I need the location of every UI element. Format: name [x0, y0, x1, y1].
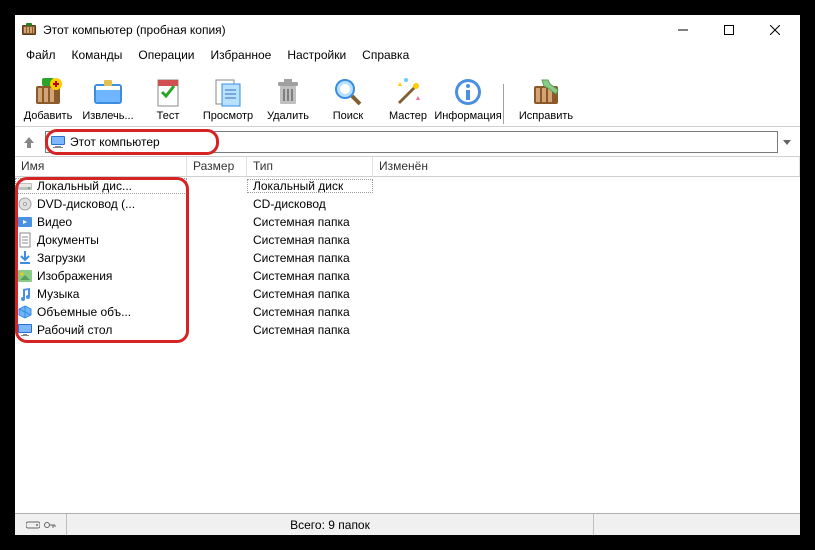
item-name: Локальный дис...: [37, 179, 132, 193]
3d-icon: [17, 304, 33, 320]
window-controls: [660, 15, 798, 45]
toolbar-label: Просмотр: [203, 110, 253, 122]
item-name: Музыка: [37, 287, 79, 301]
item-type: Системная папка: [247, 269, 373, 283]
list-item[interactable]: Локальный дис... Локальный диск: [15, 177, 800, 195]
toolbar-label: Поиск: [333, 110, 363, 122]
toolbar-label: Удалить: [267, 110, 309, 122]
download-icon: [17, 250, 33, 266]
extract-icon: [92, 76, 124, 108]
toolbar: Добавить Извлечь... Тест Просмотр Удалить Пои…: [15, 65, 800, 127]
view-icon: [212, 76, 244, 108]
file-list[interactable]: Локальный дис... Локальный диск DVD-дисков…: [15, 177, 800, 513]
item-type: Системная папка: [247, 233, 373, 247]
key-icon: [44, 520, 56, 530]
item-type: Системная папка: [247, 305, 373, 319]
cd-icon: [17, 196, 33, 212]
wizard-icon: [392, 76, 424, 108]
pic-icon: [17, 268, 33, 284]
toolbar-find-button[interactable]: Поиск: [319, 74, 377, 124]
item-name: Загрузки: [37, 251, 85, 265]
list-item[interactable]: Документы Системная папка: [15, 231, 800, 249]
app-window: Этот компьютер (пробная копия) ФайлКоман…: [10, 10, 805, 540]
item-name: Видео: [37, 215, 72, 229]
menu-item[interactable]: Справка: [355, 46, 416, 64]
item-type: Системная папка: [247, 251, 373, 265]
item-name: Рабочий стол: [37, 323, 112, 337]
item-type: Локальный диск: [247, 179, 373, 193]
toolbar-label: Тест: [157, 110, 180, 122]
toolbar-label: Информация: [434, 110, 501, 122]
list-item[interactable]: Музыка Системная папка: [15, 285, 800, 303]
list-item[interactable]: Видео Системная папка: [15, 213, 800, 231]
music-icon: [17, 286, 33, 302]
delete-icon: [272, 76, 304, 108]
find-icon: [332, 76, 364, 108]
column-header-size[interactable]: Размер: [187, 157, 247, 176]
item-name: Объемные объ...: [37, 305, 131, 319]
repair-icon: [530, 76, 562, 108]
item-name: Документы: [37, 233, 99, 247]
toolbar-test-button[interactable]: Тест: [139, 74, 197, 124]
window-title: Этот компьютер (пробная копия): [43, 23, 660, 37]
menubar: ФайлКомандыОперацииИзбранноеНастройкиСпр…: [15, 45, 800, 65]
item-name: DVD-дисковод (...: [37, 197, 135, 211]
menu-item[interactable]: Команды: [65, 46, 130, 64]
toolbar-add-button[interactable]: Добавить: [19, 74, 77, 124]
list-item[interactable]: Загрузки Системная папка: [15, 249, 800, 267]
titlebar[interactable]: Этот компьютер (пробная копия): [15, 15, 800, 45]
column-header-modified[interactable]: Изменён: [373, 157, 800, 176]
address-dropdown-button[interactable]: [778, 137, 796, 147]
list-item[interactable]: Изображения Системная папка: [15, 267, 800, 285]
address-field[interactable]: Этот компьютер: [45, 131, 778, 153]
add-icon: [32, 76, 64, 108]
drive-icon: [17, 178, 33, 194]
list-item[interactable]: Объемные объ... Системная папка: [15, 303, 800, 321]
status-right: [594, 514, 800, 535]
list-item[interactable]: DVD-дисковод (... CD-дисковод: [15, 195, 800, 213]
toolbar-view-button[interactable]: Просмотр: [199, 74, 257, 124]
toolbar-separator: [503, 84, 511, 124]
addressbar: Этот компьютер: [15, 127, 800, 157]
menu-item[interactable]: Файл: [19, 46, 63, 64]
toolbar-info-button[interactable]: Информация: [439, 74, 497, 124]
toolbar-delete-button[interactable]: Удалить: [259, 74, 317, 124]
item-name: Изображения: [37, 269, 112, 283]
test-icon: [152, 76, 184, 108]
toolbar-label: Добавить: [24, 110, 73, 122]
doc-icon: [17, 232, 33, 248]
info-icon: [452, 76, 484, 108]
item-type: Системная папка: [247, 323, 373, 337]
up-button[interactable]: [19, 132, 39, 152]
menu-item[interactable]: Операции: [131, 46, 201, 64]
computer-icon: [50, 134, 66, 150]
menu-item[interactable]: Избранное: [204, 46, 279, 64]
column-headers: Имя Размер Тип Изменён: [15, 157, 800, 177]
close-button[interactable]: [752, 15, 798, 45]
column-header-name[interactable]: Имя: [15, 157, 187, 176]
toolbar-label: Исправить: [519, 110, 573, 122]
maximize-button[interactable]: [706, 15, 752, 45]
menu-item[interactable]: Настройки: [280, 46, 353, 64]
statusbar: Всего: 9 папок: [15, 513, 800, 535]
status-icons: [15, 514, 67, 535]
app-icon: [21, 22, 37, 38]
toolbar-label: Мастер: [389, 110, 427, 122]
disk-icon: [26, 520, 40, 530]
item-type: CD-дисковод: [247, 197, 373, 211]
toolbar-repair-button[interactable]: Исправить: [517, 74, 575, 124]
toolbar-extract-button[interactable]: Извлечь...: [79, 74, 137, 124]
video-icon: [17, 214, 33, 230]
list-item[interactable]: Рабочий стол Системная папка: [15, 321, 800, 339]
status-total: Всего: 9 папок: [67, 514, 594, 535]
address-text: Этот компьютер: [70, 135, 160, 149]
desktop-icon: [17, 322, 33, 338]
item-type: Системная папка: [247, 215, 373, 229]
toolbar-label: Извлечь...: [82, 110, 133, 122]
toolbar-wizard-button[interactable]: Мастер: [379, 74, 437, 124]
item-type: Системная папка: [247, 287, 373, 301]
column-header-type[interactable]: Тип: [247, 157, 373, 176]
minimize-button[interactable]: [660, 15, 706, 45]
